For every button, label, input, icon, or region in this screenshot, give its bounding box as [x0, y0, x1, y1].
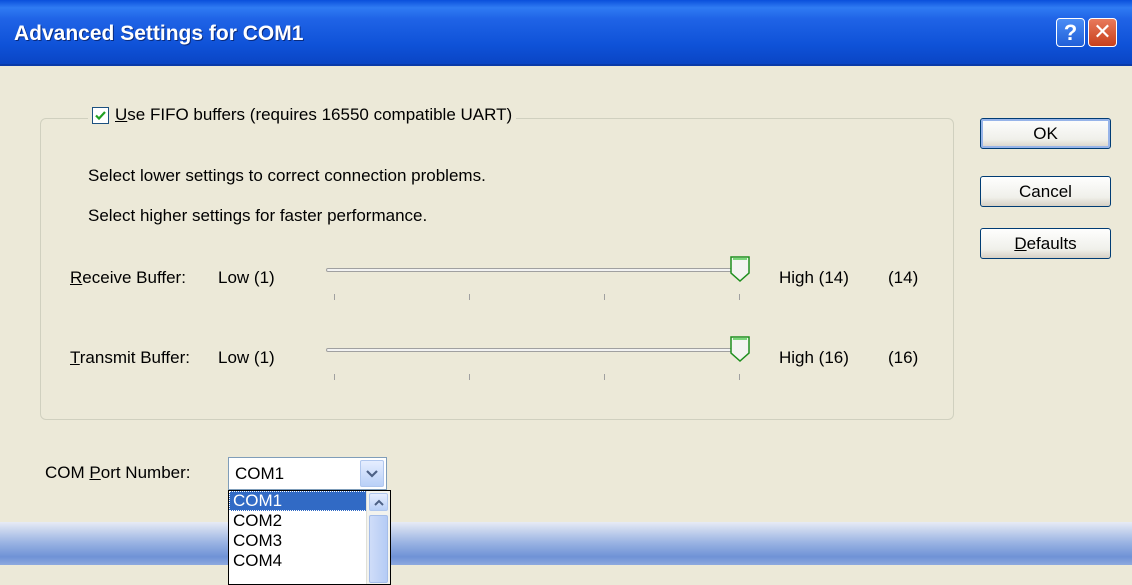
list-item[interactable]: COM2: [229, 511, 367, 531]
dropdown-button[interactable]: [360, 460, 384, 487]
receive-slider-track: [326, 268, 746, 272]
com-port-selected-value: COM1: [235, 464, 285, 483]
transmit-slider-track: [326, 348, 746, 352]
receive-low-label: Low (1): [218, 268, 275, 287]
help-button[interactable]: ?: [1056, 18, 1085, 47]
receive-slider-tick: [739, 294, 740, 300]
cancel-button[interactable]: Cancel: [980, 176, 1111, 207]
scrollbar-thumb[interactable]: [369, 515, 388, 583]
description-higher: Select higher settings for faster perfor…: [88, 206, 428, 225]
receive-slider-tick: [604, 294, 605, 300]
close-icon: ✕: [1093, 20, 1112, 45]
receive-value-label: (14): [888, 268, 919, 287]
transmit-value-label: (16): [888, 348, 919, 367]
transmit-high-label: High (16): [779, 348, 849, 367]
receive-buffer-label: Receive Buffer:: [70, 268, 186, 287]
com-port-label: COM Port Number:: [45, 463, 191, 482]
receive-slider-thumb[interactable]: [730, 256, 750, 282]
fifo-checkbox-row[interactable]: Use FIFO buffers (requires 16550 compati…: [88, 105, 517, 125]
transmit-slider-tick: [469, 374, 470, 380]
transmit-slider-tick: [334, 374, 335, 380]
fifo-checkbox[interactable]: [92, 106, 109, 124]
window-title: Advanced Settings for COM1: [14, 22, 304, 45]
chevron-down-icon: [366, 469, 378, 478]
transmit-slider-thumb[interactable]: [730, 336, 750, 362]
list-item[interactable]: COM4: [229, 551, 367, 571]
title-bar[interactable]: Advanced Settings for COM1 ? ✕: [0, 0, 1132, 66]
com-port-select[interactable]: COM1: [228, 457, 387, 490]
fifo-checkbox-label: Use FIFO buffers (requires 16550 compati…: [115, 105, 513, 124]
transmit-slider-tick: [739, 374, 740, 380]
transmit-low-label: Low (1): [218, 348, 275, 367]
receive-slider-tick: [469, 294, 470, 300]
transmit-slider-tick: [604, 374, 605, 380]
list-item[interactable]: COM3: [229, 531, 367, 551]
background-window-bottom: [0, 565, 1132, 580]
help-icon: ?: [1063, 19, 1078, 45]
dropdown-scrollbar[interactable]: [366, 491, 390, 584]
com-port-dropdown-list[interactable]: COM1 COM2 COM3 COM4: [228, 490, 391, 585]
list-item[interactable]: COM1: [229, 491, 367, 511]
scroll-up-button[interactable]: [369, 493, 388, 511]
transmit-buffer-label: Transmit Buffer:: [70, 348, 190, 367]
close-button[interactable]: ✕: [1088, 18, 1117, 47]
chevron-up-icon: [373, 499, 384, 506]
defaults-button[interactable]: Defaults: [980, 228, 1111, 259]
checkmark-icon: [95, 110, 106, 120]
ok-button[interactable]: OK: [980, 118, 1111, 149]
receive-high-label: High (14): [779, 268, 849, 287]
description-lower: Select lower settings to correct connect…: [88, 166, 486, 185]
receive-slider-tick: [334, 294, 335, 300]
